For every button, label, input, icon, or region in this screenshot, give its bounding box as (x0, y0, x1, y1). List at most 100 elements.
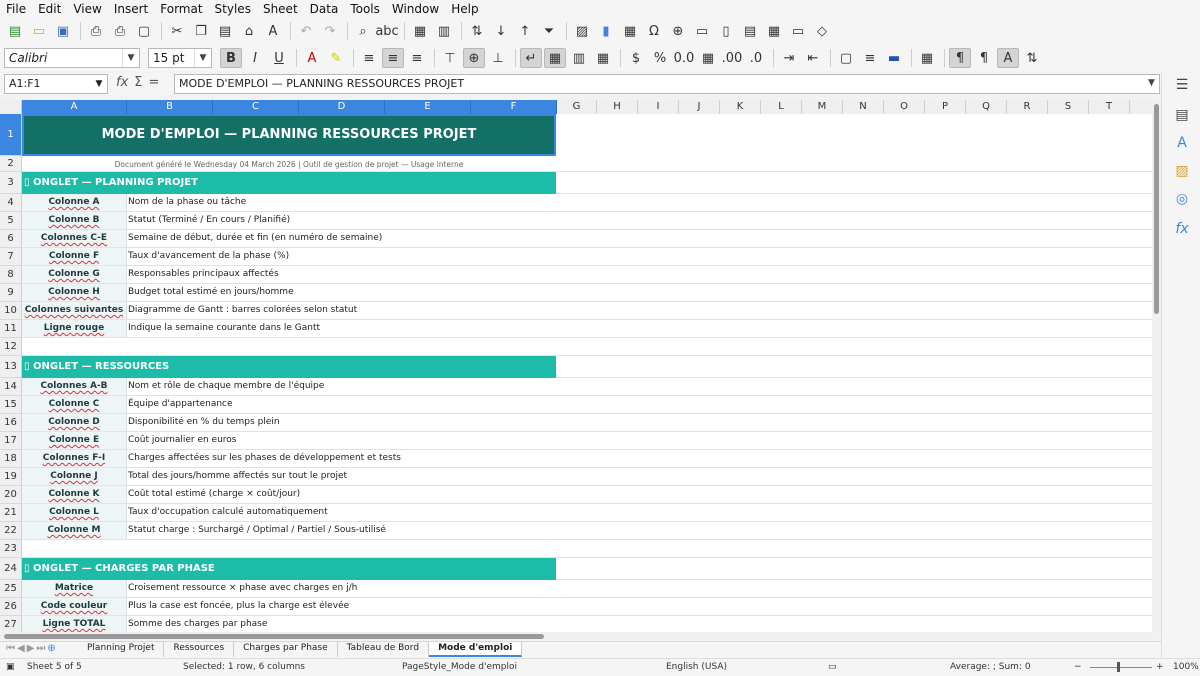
align-left-icon[interactable]: ≡ (358, 48, 380, 68)
pivot-table-icon[interactable]: ▦ (619, 21, 641, 41)
row-header[interactable]: 18 (0, 450, 22, 468)
menu-item-edit[interactable]: Edit (32, 2, 67, 16)
sheet-tab[interactable]: Charges par Phase (234, 642, 338, 657)
column-key-cell[interactable]: Colonne C (22, 396, 127, 414)
print-preview-icon[interactable]: ▢ (133, 21, 155, 41)
font-color-icon[interactable]: A (301, 48, 323, 68)
print-icon[interactable]: ⎙ (109, 21, 131, 41)
row-header[interactable]: 26 (0, 598, 22, 616)
align-center-icon[interactable]: ≡ (382, 48, 404, 68)
column-key-cell[interactable]: Colonne K (22, 486, 127, 504)
functions-icon[interactable]: fx (1172, 219, 1192, 239)
description-cell[interactable]: Responsables principaux affectés (127, 266, 556, 284)
column-icon[interactable]: ▥ (433, 21, 455, 41)
insert-image-icon[interactable]: ▨ (571, 21, 593, 41)
add-decimal-icon[interactable]: .00 (721, 48, 743, 68)
row-header[interactable]: 17 (0, 432, 22, 450)
column-header-r[interactable]: R (1007, 100, 1048, 114)
zoom-level[interactable]: 100% (1173, 662, 1199, 672)
freeze-rows-icon[interactable]: ▦ (763, 21, 785, 41)
underline-icon[interactable]: U (268, 48, 290, 68)
horizontal-scrollbar[interactable] (0, 632, 1152, 640)
column-header-m[interactable]: M (802, 100, 843, 114)
autofilter-icon[interactable]: ⏷ (538, 21, 560, 41)
highlight-color-icon[interactable]: ✎ (325, 48, 347, 68)
left-to-right-icon[interactable]: ¶ (949, 48, 971, 68)
description-cell[interactable]: Croisement ressource × phase avec charge… (127, 580, 556, 598)
section-header[interactable]: ▯ ONGLET — CHARGES PAR PHASE (22, 558, 556, 580)
prev-sheet-icon[interactable]: ◀ (17, 643, 25, 654)
border-style-icon[interactable]: ≡ (859, 48, 881, 68)
column-key-cell[interactable]: Colonnes suivantes (22, 302, 127, 320)
new-document-icon[interactable]: ▤ (4, 21, 26, 41)
column-key-cell[interactable]: Colonne A (22, 194, 127, 212)
vertical-text-icon[interactable]: A (997, 48, 1019, 68)
column-key-cell[interactable]: Matrice (22, 580, 127, 598)
description-cell[interactable]: Coût journalier en euros (127, 432, 556, 450)
column-key-cell[interactable]: Colonne L (22, 504, 127, 522)
section-header[interactable]: ▯ ONGLET — RESSOURCES (22, 356, 556, 378)
column-key-cell[interactable]: Colonne D (22, 414, 127, 432)
align-top-icon[interactable]: ⊤ (439, 48, 461, 68)
row-header[interactable]: 25 (0, 580, 22, 598)
name-box[interactable]: A1:F1 ▼ (4, 74, 108, 94)
unmerge-icon[interactable]: ▥ (568, 48, 590, 68)
column-key-cell[interactable]: Colonne M (22, 522, 127, 540)
font-name-box[interactable]: Calibri ▼ (4, 48, 140, 68)
paste-icon[interactable]: ▤ (214, 21, 236, 41)
column-key-cell[interactable]: Colonne G (22, 266, 127, 284)
column-header-s[interactable]: S (1048, 100, 1089, 114)
bold-icon[interactable]: B (220, 48, 242, 68)
column-header-k[interactable]: K (720, 100, 761, 114)
spellcheck-icon[interactable]: abc (375, 21, 398, 41)
sheet-tab[interactable]: Planning Projet (78, 642, 165, 657)
page-style[interactable]: PageStyle_Mode d'emploi (402, 662, 517, 672)
date-format-icon[interactable]: ▦ (697, 48, 719, 68)
row-header[interactable]: 15 (0, 396, 22, 414)
vertical-scrollbar[interactable] (1152, 100, 1161, 632)
insert-chart-icon[interactable]: ▮ (595, 21, 617, 41)
column-key-cell[interactable]: Ligne rouge (22, 320, 127, 338)
row-header[interactable]: 5 (0, 212, 22, 230)
sheet-tab[interactable]: Mode d'emploi (429, 642, 523, 657)
row-header[interactable]: 24 (0, 558, 22, 580)
sort-icon[interactable]: ⇅ (466, 21, 488, 41)
italic-icon[interactable]: I (244, 48, 266, 68)
define-print-area-icon[interactable]: ▤ (739, 21, 761, 41)
description-cell[interactable]: Semaine de début, durée et fin (en numér… (127, 230, 556, 248)
zoom-out-icon[interactable]: − (1074, 662, 1082, 672)
copy-icon[interactable]: ❐ (190, 21, 212, 41)
column-key-cell[interactable]: Colonne E (22, 432, 127, 450)
selection-mode-icon[interactable]: ▭ (828, 662, 837, 672)
column-header-a[interactable]: A (22, 100, 127, 114)
row-header[interactable]: 14 (0, 378, 22, 396)
row-icon[interactable]: ▦ (409, 21, 431, 41)
gallery-icon[interactable]: ▨ (1172, 161, 1192, 181)
column-header-j[interactable]: J (679, 100, 720, 114)
sum-info[interactable]: Average: ; Sum: 0 (950, 662, 1031, 672)
navigator-icon[interactable]: ◎ (1172, 189, 1192, 209)
column-header-t[interactable]: T (1089, 100, 1130, 114)
row-header[interactable]: 13 (0, 356, 22, 378)
clear-format-icon[interactable]: A (262, 21, 284, 41)
column-key-cell[interactable]: Colonnes A-B (22, 378, 127, 396)
cut-icon[interactable]: ✂ (166, 21, 188, 41)
special-character-icon[interactable]: Ω (643, 21, 665, 41)
split-window-icon[interactable]: ▭ (787, 21, 809, 41)
description-cell[interactable]: Disponibilité en % du temps plein (127, 414, 556, 432)
column-header-f[interactable]: F (471, 100, 557, 114)
open-folder-icon[interactable]: ▭ (28, 21, 50, 41)
row-header[interactable]: 19 (0, 468, 22, 486)
column-key-cell[interactable]: Colonne F (22, 248, 127, 266)
currency-format-icon[interactable]: $ (625, 48, 647, 68)
menu-item-help[interactable]: Help (445, 2, 484, 16)
description-cell[interactable]: Équipe d'appartenance (127, 396, 556, 414)
menu-item-view[interactable]: View (67, 2, 107, 16)
text-direction-icon[interactable]: ⇅ (1021, 48, 1043, 68)
align-middle-icon[interactable]: ⊕ (463, 48, 485, 68)
percent-format-icon[interactable]: % (649, 48, 671, 68)
row-header[interactable]: 12 (0, 338, 22, 356)
column-header-n[interactable]: N (843, 100, 884, 114)
merge-center-icon[interactable]: ▦ (544, 48, 566, 68)
conditional-format-icon[interactable]: ▦ (916, 48, 938, 68)
